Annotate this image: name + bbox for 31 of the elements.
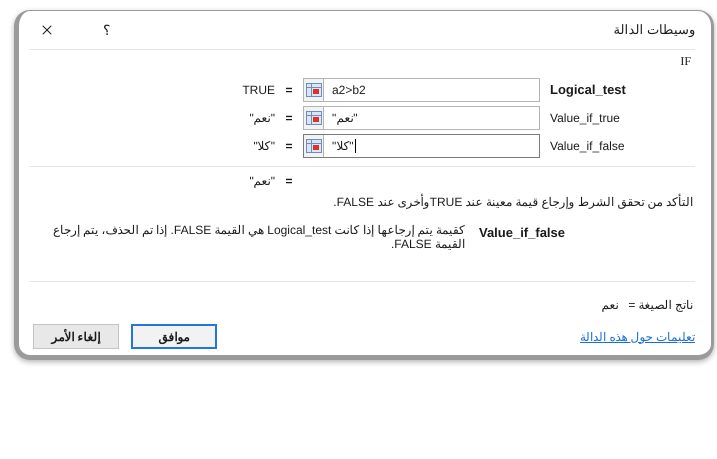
window-title: وسيطات الدالة: [613, 21, 695, 40]
text-caret: [354, 139, 356, 153]
argument-name: Value_if_true: [550, 110, 620, 127]
argument-help-text: كقيمة يتم إرجاعها إذا كانت Logical_test هي القيمة FALSE. إذا تم الحذف، يتم إرجاع القيمة FALSE.: [52, 223, 465, 251]
argument-field[interactable]: "نعم": [303, 106, 540, 130]
argument-value: a2>b2: [331, 82, 366, 99]
range-select-icon[interactable]: [306, 111, 322, 125]
dialog-button[interactable]: موافق: [131, 324, 217, 349]
argument-field[interactable]: "كلا": [303, 134, 540, 158]
function-name: IF: [680, 53, 691, 70]
argument-name: Logical_test: [550, 81, 626, 100]
equals-sign: =: [284, 82, 294, 99]
function-description: التأكد من تحقق الشرط وإرجاع قيمة معينة عند TRUEوأخرى عند FALSE.: [332, 193, 694, 211]
range-select-icon[interactable]: [306, 139, 322, 153]
function-result: "نعم": [248, 173, 275, 190]
argument-name: Value_if_false: [550, 138, 624, 155]
argument-result: "نعم": [248, 110, 275, 127]
help-link[interactable]: تعليمات حول هذه الدالة: [580, 328, 695, 346]
argument-field[interactable]: a2>b2: [303, 78, 540, 102]
equals-sign: =: [284, 138, 294, 155]
argument-result: "كلا": [252, 138, 275, 155]
argument-result: TRUE: [241, 82, 275, 99]
equals-sign: =: [284, 110, 294, 127]
argument-help-name: Value_if_false: [479, 224, 565, 242]
dialog-button[interactable]: إلغاء الأمر: [33, 324, 119, 349]
help-button[interactable]: ؟: [103, 20, 110, 40]
formula-result: ناتج الصيغة = نعم: [601, 297, 693, 314]
argument-value: "كلا": [331, 138, 356, 155]
equals-sign: =: [284, 173, 294, 190]
range-select-icon[interactable]: [306, 83, 322, 97]
argument-value: "نعم": [331, 110, 358, 127]
